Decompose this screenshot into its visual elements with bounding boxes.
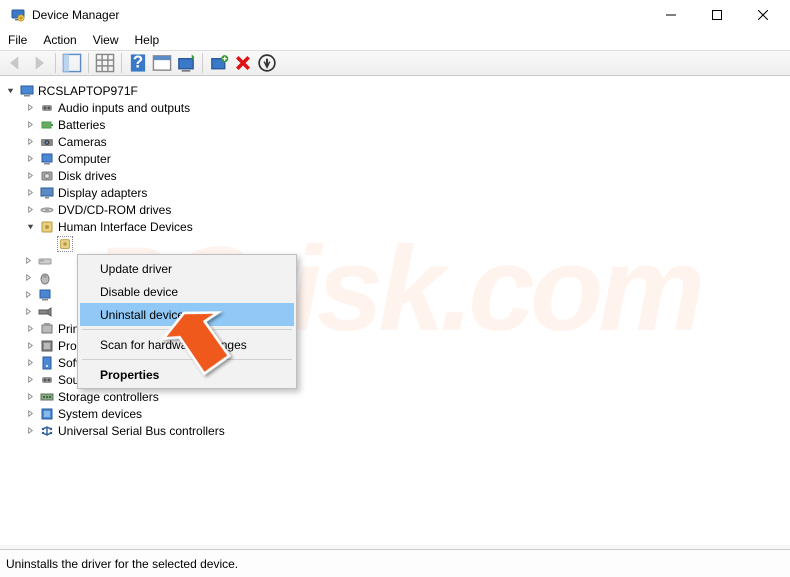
category-label: DVD/CD-ROM drives bbox=[58, 203, 171, 217]
device-icon bbox=[39, 321, 55, 337]
chevron-right-icon[interactable] bbox=[24, 374, 36, 386]
forward-button[interactable] bbox=[28, 52, 50, 74]
statusbar: Uninstalls the driver for the selected d… bbox=[0, 549, 790, 577]
window-title: Device Manager bbox=[32, 8, 119, 22]
chevron-right-icon[interactable] bbox=[24, 425, 36, 437]
chevron-right-icon[interactable] bbox=[24, 119, 36, 131]
annotation-arrow-icon bbox=[158, 302, 258, 392]
computer-icon bbox=[19, 83, 35, 99]
device-icon bbox=[57, 236, 73, 252]
device-icon bbox=[39, 372, 55, 388]
tree-category[interactable] bbox=[22, 235, 788, 252]
chevron-right-icon[interactable] bbox=[24, 153, 36, 165]
chevron-down-icon[interactable] bbox=[4, 85, 16, 97]
toolbar-separator bbox=[55, 53, 56, 73]
device-icon bbox=[39, 185, 55, 201]
device-icon bbox=[39, 389, 55, 405]
category-label: Universal Serial Bus controllers bbox=[58, 424, 225, 438]
show-hide-tree-button[interactable] bbox=[61, 52, 83, 74]
tree-root[interactable]: RCSLAPTOP971F bbox=[4, 82, 788, 99]
device-icon bbox=[39, 202, 55, 218]
tree-category[interactable]: System devices bbox=[22, 405, 788, 422]
category-label: Cameras bbox=[58, 135, 107, 149]
chevron-right-icon[interactable] bbox=[22, 255, 34, 267]
toolbar: ? bbox=[0, 50, 790, 76]
chevron-right-icon[interactable] bbox=[24, 136, 36, 148]
tree-category[interactable]: Human Interface Devices bbox=[22, 218, 788, 235]
tree-category[interactable]: Universal Serial Bus controllers bbox=[22, 422, 788, 439]
device-icon bbox=[39, 151, 55, 167]
menu-action[interactable]: Action bbox=[43, 33, 76, 47]
chevron-right-icon[interactable] bbox=[22, 272, 34, 284]
device-icon bbox=[37, 270, 53, 286]
toolbar-separator bbox=[88, 53, 89, 73]
tree-category[interactable]: Storage controllers bbox=[22, 388, 788, 405]
menu-update-driver[interactable]: Update driver bbox=[80, 257, 294, 280]
back-button[interactable] bbox=[4, 52, 26, 74]
chevron-right-icon[interactable] bbox=[24, 187, 36, 199]
category-label: Batteries bbox=[58, 118, 105, 132]
help-button[interactable]: ? bbox=[127, 52, 149, 74]
svg-text:?: ? bbox=[133, 53, 143, 71]
menubar: File Action View Help bbox=[0, 30, 790, 50]
menu-view[interactable]: View bbox=[93, 33, 119, 47]
chevron-right-icon[interactable] bbox=[24, 357, 36, 369]
device-icon bbox=[39, 117, 55, 133]
chevron-right-icon[interactable] bbox=[24, 170, 36, 182]
menu-disable-device[interactable]: Disable device bbox=[80, 280, 294, 303]
tree-category[interactable]: Display adapters bbox=[22, 184, 788, 201]
scan-hardware-button[interactable] bbox=[208, 52, 230, 74]
tree-category[interactable]: Computer bbox=[22, 150, 788, 167]
update-driver-button[interactable] bbox=[175, 52, 197, 74]
device-icon bbox=[39, 355, 55, 371]
chevron-right-icon[interactable] bbox=[24, 323, 36, 335]
tree-category[interactable]: DVD/CD-ROM drives bbox=[22, 201, 788, 218]
properties-button[interactable] bbox=[151, 52, 173, 74]
device-icon bbox=[39, 134, 55, 150]
menu-file[interactable]: File bbox=[8, 33, 27, 47]
category-label: System devices bbox=[58, 407, 142, 421]
category-label: Storage controllers bbox=[58, 390, 159, 404]
chevron-down-icon[interactable] bbox=[24, 221, 36, 233]
device-icon bbox=[39, 423, 55, 439]
status-text: Uninstalls the driver for the selected d… bbox=[6, 557, 238, 571]
titlebar: Device Manager bbox=[0, 0, 790, 30]
menu-help[interactable]: Help bbox=[135, 33, 160, 47]
device-icon bbox=[37, 304, 53, 320]
tree-category[interactable]: Batteries bbox=[22, 116, 788, 133]
tree-category[interactable]: Disk drives bbox=[22, 167, 788, 184]
tree-category[interactable]: Cameras bbox=[22, 133, 788, 150]
uninstall-button[interactable] bbox=[232, 52, 254, 74]
chevron-right-icon[interactable] bbox=[22, 289, 34, 301]
device-icon bbox=[39, 219, 55, 235]
device-icon bbox=[37, 287, 53, 303]
device-icon bbox=[39, 338, 55, 354]
chevron-right-icon[interactable] bbox=[24, 102, 36, 114]
chevron-right-icon[interactable] bbox=[22, 306, 34, 318]
device-icon bbox=[39, 406, 55, 422]
disable-button[interactable] bbox=[256, 52, 278, 74]
chevron-right-icon[interactable] bbox=[24, 204, 36, 216]
chevron-right-icon[interactable] bbox=[24, 408, 36, 420]
minimize-button[interactable] bbox=[648, 0, 694, 30]
root-label: RCSLAPTOP971F bbox=[38, 84, 138, 98]
maximize-button[interactable] bbox=[694, 0, 740, 30]
tree-category[interactable]: Audio inputs and outputs bbox=[22, 99, 788, 116]
category-label: Audio inputs and outputs bbox=[58, 101, 190, 115]
chevron-right-icon[interactable] bbox=[24, 391, 36, 403]
properties-grid-button[interactable] bbox=[94, 52, 116, 74]
toolbar-separator bbox=[202, 53, 203, 73]
app-icon bbox=[10, 7, 26, 23]
category-label: Human Interface Devices bbox=[58, 220, 193, 234]
chevron-right-icon[interactable] bbox=[24, 340, 36, 352]
close-button[interactable] bbox=[740, 0, 786, 30]
device-icon bbox=[39, 168, 55, 184]
category-label: Computer bbox=[58, 152, 111, 166]
chevron-right-icon[interactable] bbox=[42, 238, 54, 250]
category-label: Display adapters bbox=[58, 186, 147, 200]
toolbar-separator bbox=[121, 53, 122, 73]
device-icon bbox=[39, 100, 55, 116]
device-icon bbox=[37, 253, 53, 269]
category-label: Disk drives bbox=[58, 169, 117, 183]
